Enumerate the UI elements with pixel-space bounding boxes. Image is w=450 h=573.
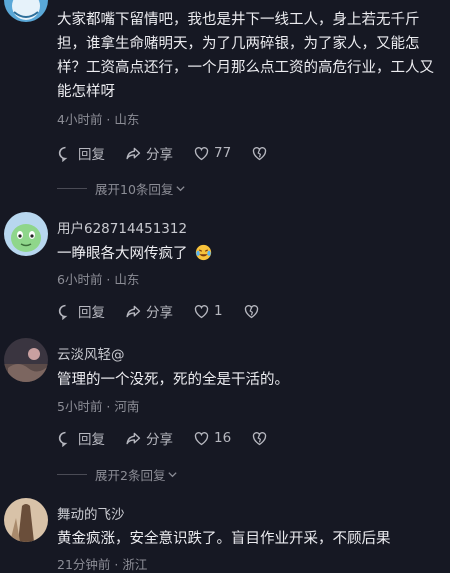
chevron-down-icon [168, 472, 178, 478]
like-button[interactable]: 1 [193, 303, 223, 320]
reply-icon [58, 304, 68, 320]
heart-icon [194, 146, 209, 160]
reply-icon [58, 146, 68, 162]
share-icon [126, 305, 141, 317]
username[interactable]: 舞动的飞沙 [57, 503, 125, 523]
like-button[interactable]: 16 [193, 430, 231, 447]
expand-replies[interactable]: 展开10条回复 [57, 179, 186, 198]
divider [57, 188, 87, 189]
broken-heart-icon [244, 304, 258, 318]
reply-label: 回复 [78, 432, 105, 448]
expand-replies[interactable]: 展开2条回复 [57, 465, 178, 484]
like-count: 16 [214, 430, 232, 446]
reply-icon [58, 431, 68, 447]
broken-heart-icon [253, 146, 267, 160]
username[interactable]: 用户628714451312 [57, 217, 187, 237]
dislike-button[interactable] [251, 145, 268, 162]
share-label: 分享 [146, 432, 173, 448]
comment-meta: 21分钟前 · 浙江 [57, 557, 148, 572]
reply-label: 回复 [78, 147, 105, 163]
share-label: 分享 [146, 305, 173, 321]
avatar[interactable] [4, 338, 48, 382]
share-icon [126, 432, 141, 444]
comment-text: 黄金疯涨，安全意识跌了。盲目作业开采，不顾后果 [57, 531, 391, 547]
expand-label: 展开2条回复 [95, 468, 166, 483]
comment-meta: 5小时前 · 河南 [57, 399, 140, 414]
reply-button[interactable]: 回复 [57, 143, 105, 163]
reply-label: 回复 [78, 305, 105, 321]
avatar[interactable] [4, 0, 48, 22]
avatar[interactable] [4, 498, 48, 542]
comment-actions: 回复 分享 16 [57, 427, 288, 449]
comment-actions: 回复 分享 1 [57, 300, 280, 322]
comment-text: 管理的一个没死，死的全是干活的。 [57, 372, 289, 388]
heart-icon [194, 431, 209, 445]
comment-actions: 回复 分享 77 [57, 142, 288, 164]
like-count: 77 [214, 145, 232, 161]
username[interactable]: 云淡风轻@ [57, 343, 125, 363]
like-button[interactable]: 77 [193, 145, 231, 162]
chevron-down-icon [176, 186, 186, 192]
laughing-tears-emoji-icon [195, 244, 212, 269]
broken-heart-icon [253, 431, 267, 445]
comment-meta: 6小时前 · 山东 [57, 272, 140, 287]
share-button[interactable]: 分享 [125, 301, 173, 321]
comment-text: 大家都嘴下留情吧，我也是井下一线工人，身上若无千斤担，谁拿生命赌明天，为了几两碎… [57, 12, 434, 100]
share-button[interactable]: 分享 [125, 143, 173, 163]
heart-icon [194, 304, 209, 318]
reply-button[interactable]: 回复 [57, 301, 105, 321]
dislike-button[interactable] [243, 303, 260, 320]
share-label: 分享 [146, 147, 173, 163]
avatar[interactable] [4, 212, 48, 256]
share-button[interactable]: 分享 [125, 428, 173, 448]
like-count: 1 [214, 303, 223, 319]
reply-button[interactable]: 回复 [57, 428, 105, 448]
comment-text-content: 一睁眼各大网传疯了 [57, 246, 188, 262]
share-icon [126, 147, 141, 159]
divider [57, 474, 87, 475]
expand-label: 展开10条回复 [95, 182, 174, 197]
dislike-button[interactable] [251, 430, 268, 447]
comment-text: 一睁眼各大网传疯了 [57, 242, 435, 269]
comment-meta: 4小时前 · 山东 [57, 112, 140, 127]
